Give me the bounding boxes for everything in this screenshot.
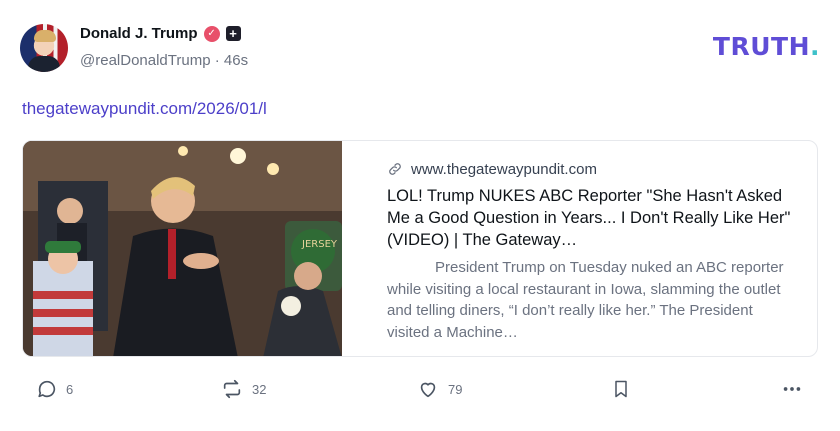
reply-count: 6 bbox=[66, 381, 74, 397]
retruth-count: 32 bbox=[252, 381, 267, 397]
handle[interactable]: @realDonaldTrump bbox=[80, 52, 211, 69]
avatar-suit bbox=[28, 56, 60, 72]
preview-image: JERSEY bbox=[23, 141, 342, 356]
logo-text: TRUTH bbox=[712, 32, 810, 61]
retruth-button[interactable]: 32 bbox=[220, 378, 266, 400]
preview-domain: www.thegatewaypundit.com bbox=[411, 160, 597, 178]
separator: · bbox=[214, 52, 220, 69]
preview-title[interactable]: LOL! Trump NUKES ABC Reporter "She Hasn'… bbox=[387, 185, 797, 251]
name-row: Donald J. Trump ✓ + bbox=[80, 25, 241, 42]
post-header: Donald J. Trump ✓ + @realDonaldTrump · 4… bbox=[20, 22, 820, 74]
like-button[interactable]: 79 bbox=[416, 378, 462, 400]
preview-domain-row: www.thegatewaypundit.com bbox=[387, 159, 797, 179]
post-time[interactable]: 46s bbox=[224, 52, 248, 69]
preview-photo: JERSEY bbox=[23, 141, 342, 356]
heart-icon bbox=[420, 382, 436, 398]
more-button[interactable] bbox=[780, 378, 804, 400]
avatar-hair bbox=[34, 30, 56, 42]
reply-button[interactable]: 6 bbox=[36, 378, 73, 400]
avatar[interactable] bbox=[20, 24, 68, 72]
bookmark-icon bbox=[615, 380, 627, 398]
handle-row: @realDonaldTrump · 46s bbox=[80, 52, 248, 69]
image-sign-text: JERSEY bbox=[301, 239, 338, 250]
retruth-icon bbox=[223, 379, 241, 399]
preview-description: President Trump on Tuesday nuked an ABC … bbox=[387, 259, 784, 341]
post-link[interactable]: thegatewaypundit.com/2026/01/l bbox=[22, 99, 267, 119]
like-count: 79 bbox=[448, 381, 463, 397]
display-name[interactable]: Donald J. Trump bbox=[80, 25, 198, 42]
bookmark-button[interactable] bbox=[611, 378, 631, 400]
reply-bubble-icon bbox=[38, 380, 56, 398]
truth-logo[interactable]: TRUTH. bbox=[713, 32, 820, 61]
preview-body: www.thegatewaypundit.com LOL! Trump NUKE… bbox=[387, 159, 797, 343]
logo-dot: . bbox=[810, 32, 820, 61]
more-dots-icon bbox=[783, 387, 801, 391]
plus-badge-icon: + bbox=[225, 26, 241, 41]
verified-badge-icon: ✓ bbox=[203, 25, 220, 42]
link-icon bbox=[389, 163, 401, 175]
action-bar: 6 32 79 bbox=[22, 378, 818, 408]
link-preview-card[interactable]: JERSEY www.thegatewaypundit.com LOL! Tru… bbox=[22, 140, 818, 357]
